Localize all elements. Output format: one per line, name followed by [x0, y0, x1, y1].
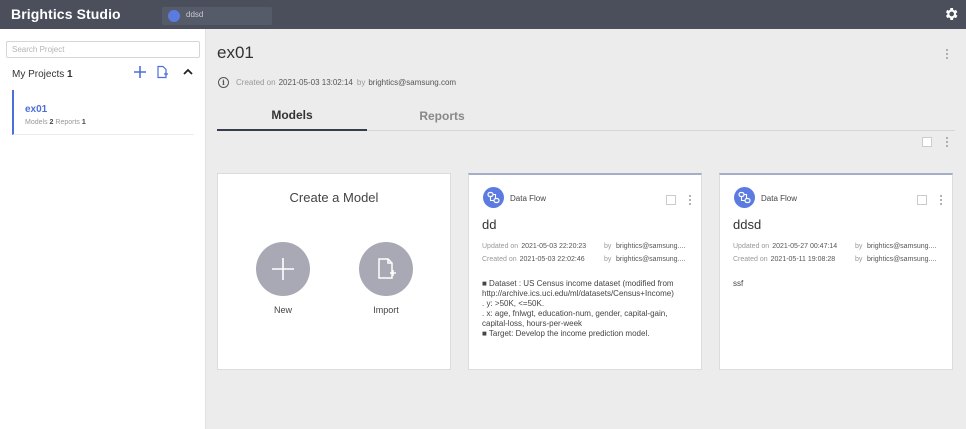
project-item-ex01[interactable]: ex01 Models 2 Reports 1	[12, 90, 194, 135]
model-card[interactable]: Data Flow ddsd Updated on 2021-05-27 00:4…	[719, 173, 953, 370]
project-name: ex01	[25, 104, 48, 115]
search-project-input[interactable]	[6, 41, 200, 58]
model-more-icon[interactable]	[938, 193, 944, 207]
updated-row: Updated on 2021-05-27 00:47:14 by brighti…	[733, 243, 943, 250]
open-model-tab-label: ddsd	[186, 10, 204, 19]
page-title: ex01	[217, 43, 254, 62]
by-label: by	[855, 243, 863, 250]
model-checkbox[interactable]	[917, 195, 927, 205]
model-more-icon[interactable]	[687, 193, 693, 207]
by-label: by	[356, 78, 366, 87]
project-meta: Models 2 Reports 1	[25, 119, 86, 126]
my-projects-count: 1	[67, 69, 73, 80]
sidebar: My Projects 1 ex01 Models 2 Reports 1	[0, 29, 206, 429]
created-label: Created on	[482, 256, 517, 263]
updated-date: 2021-05-03 22:20:23	[521, 243, 587, 250]
created-row: Created on 2021-05-11 19:08:28 by brighti…	[733, 256, 943, 263]
created-label: Created on	[236, 78, 276, 87]
model-name[interactable]: ddsd	[733, 217, 761, 232]
updated-label: Updated on	[733, 243, 770, 250]
updated-by: brightics@samsung....	[867, 243, 937, 250]
created-date: 2021-05-03 13:02:14	[278, 78, 353, 87]
project-more-icon[interactable]	[944, 47, 950, 61]
import-file-icon	[378, 258, 396, 279]
select-all-checkbox[interactable]	[922, 137, 932, 147]
my-projects-label: My Projects	[12, 69, 65, 80]
tab-reports[interactable]: Reports	[367, 101, 517, 131]
import-model-button[interactable]	[359, 242, 413, 296]
top-bar: Brightics Studio ddsd	[0, 0, 966, 29]
data-flow-icon	[168, 10, 180, 22]
model-description: ssf	[733, 279, 744, 288]
new-model-button[interactable]	[256, 242, 310, 296]
reports-count: 1	[81, 119, 86, 126]
data-flow-icon	[483, 187, 504, 208]
created-label: Created on	[733, 256, 768, 263]
main-content: ex01 i Created on 2021-05-03 13:02:14 by…	[206, 29, 966, 429]
tab-more-icon[interactable]	[944, 135, 950, 149]
my-projects-header: My Projects 1	[12, 69, 73, 80]
updated-by: brightics@samsung....	[616, 243, 686, 250]
model-description: ■ Dataset : US Census income dataset (mo…	[482, 279, 674, 338]
model-type: Data Flow	[510, 194, 547, 203]
gear-icon[interactable]	[943, 6, 959, 22]
plus-icon	[272, 258, 294, 280]
import-project-icon[interactable]	[155, 65, 169, 79]
updated-label: Updated on	[482, 243, 519, 250]
created-date: 2021-05-03 22:02:46	[519, 256, 585, 263]
tab-models[interactable]: Models	[217, 101, 367, 131]
models-label: Models	[25, 119, 48, 126]
add-project-icon[interactable]	[133, 65, 147, 79]
info-icon: i	[218, 77, 229, 88]
import-model-label: Import	[373, 305, 399, 315]
by-label: by	[604, 243, 612, 250]
by-label: by	[855, 256, 863, 263]
tab-bar: Models Reports	[217, 101, 955, 131]
create-model-title: Create a Model	[289, 190, 379, 205]
updated-row: Updated on 2021-05-03 22:20:23 by brighti…	[482, 243, 692, 250]
created-date: 2021-05-11 19:08:28	[770, 256, 836, 263]
chevron-up-icon[interactable]	[181, 65, 195, 79]
created-by: brightics@samsung....	[616, 256, 686, 263]
created-by: brightics@samsung....	[867, 256, 937, 263]
create-model-card: Create a Model New Import	[217, 173, 451, 370]
model-card[interactable]: Data Flow dd Updated on 2021-05-03 22:20:…	[468, 173, 702, 370]
reports-label: Reports	[55, 119, 80, 126]
model-name[interactable]: dd	[482, 217, 496, 232]
created-row: Created on 2021-05-03 22:02:46 by brighti…	[482, 256, 692, 263]
app-title[interactable]: Brightics Studio	[11, 6, 121, 22]
created-by: brightics@samsung.com	[368, 78, 457, 87]
model-type: Data Flow	[761, 194, 798, 203]
data-flow-icon	[734, 187, 755, 208]
updated-date: 2021-05-27 00:47:14	[772, 243, 838, 250]
model-checkbox[interactable]	[666, 195, 676, 205]
models-count: 2	[49, 119, 54, 126]
by-label: by	[604, 256, 612, 263]
new-model-label: New	[273, 305, 292, 315]
project-info: i Created on 2021-05-03 13:02:14 by brig…	[218, 77, 460, 88]
open-model-tab[interactable]: ddsd	[162, 7, 272, 25]
